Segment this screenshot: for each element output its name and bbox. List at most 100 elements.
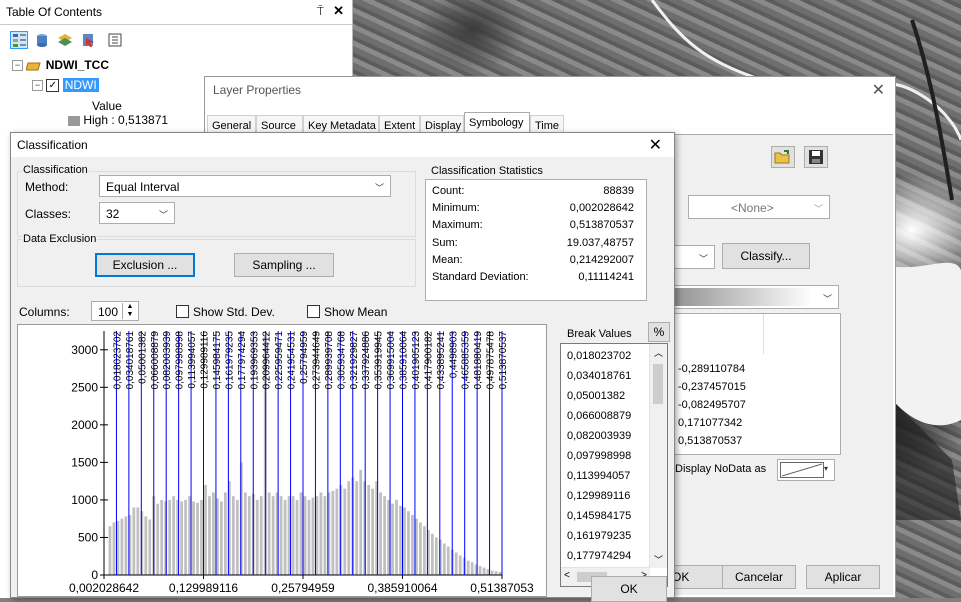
break-label: 0,241954531 bbox=[287, 331, 298, 390]
break-values-list[interactable]: 0,018023702 0,034018761 0,05001382 0,066… bbox=[560, 343, 668, 587]
exclusion-button[interactable]: Exclusion ... bbox=[95, 253, 195, 277]
stat-sum: Sum: 19.037,48757 bbox=[432, 237, 634, 249]
class-label[interactable]: 0,171077342 bbox=[678, 417, 742, 429]
histogram-bar bbox=[494, 571, 498, 575]
class-label[interactable]: -0,289110784 bbox=[678, 363, 745, 375]
collapse-icon[interactable]: − bbox=[12, 60, 23, 72]
layer-visibility-checkbox[interactable]: ✓ bbox=[46, 79, 60, 93]
data-exclusion-group-label: Data Exclusion bbox=[22, 233, 98, 245]
pin-icon[interactable]: ⍑ bbox=[317, 4, 324, 19]
sampling-button[interactable]: Sampling ... bbox=[234, 253, 334, 277]
y-tick-label: 0 bbox=[91, 568, 98, 582]
open-folder-button[interactable] bbox=[771, 146, 795, 168]
stat-count: Count: 88839 bbox=[432, 185, 634, 197]
show-mean-checkbox[interactable] bbox=[307, 305, 320, 318]
color-ramp-combo[interactable]: ﹀ bbox=[657, 285, 839, 309]
collapse-icon[interactable]: − bbox=[32, 80, 43, 92]
percent-button[interactable]: % bbox=[648, 322, 670, 342]
histogram-bar bbox=[415, 518, 418, 575]
y-tick-label: 500 bbox=[78, 530, 98, 544]
break-label: 0,177974294 bbox=[237, 331, 248, 390]
break-value-item[interactable]: 0,113994057 bbox=[567, 470, 630, 482]
scroll-down-icon[interactable]: ﹀ bbox=[654, 553, 663, 566]
break-label: 0,353919945 bbox=[374, 331, 385, 390]
x-tick-label: 0,002028642 bbox=[69, 581, 139, 595]
histogram-bar bbox=[255, 499, 259, 575]
legend-heading: Value bbox=[92, 99, 122, 113]
break-label: 0,273944649 bbox=[311, 331, 322, 390]
break-value-item[interactable]: 0,097998998 bbox=[567, 450, 631, 462]
break-value-item[interactable]: 0,034018761 bbox=[567, 370, 631, 382]
list-by-visibility-icon[interactable] bbox=[56, 31, 74, 49]
class-label[interactable]: -0,237457015 bbox=[678, 381, 746, 393]
stat-std-dev: Standard Deviation: 0,11114241 bbox=[432, 271, 634, 283]
histogram-bar bbox=[419, 522, 422, 575]
classes-list[interactable]: -0,289110784 -0,237457015 -0,082495707 0… bbox=[657, 313, 841, 455]
spinner-arrows-icon[interactable]: ▲ ▼ bbox=[122, 303, 137, 319]
break-label: 0,066008879 bbox=[150, 331, 161, 390]
break-label: 0,082003939 bbox=[162, 331, 173, 390]
histogram-bar bbox=[271, 496, 275, 575]
method-combo[interactable]: Equal Interval ﹀ bbox=[99, 175, 391, 197]
close-icon[interactable]: ✕ bbox=[872, 80, 885, 100]
close-icon[interactable]: ✕ bbox=[333, 3, 344, 19]
break-value-item[interactable]: 0,05001382 bbox=[567, 390, 625, 402]
histogram-bar bbox=[235, 499, 239, 575]
options-icon[interactable] bbox=[106, 31, 124, 49]
y-tick-label: 1000 bbox=[71, 493, 98, 507]
class-label[interactable]: -0,082495707 bbox=[678, 399, 746, 411]
cancel-button[interactable]: Cancelar bbox=[722, 565, 796, 589]
break-label: 0,097998998 bbox=[175, 331, 186, 390]
break-value-item[interactable]: 0,177974294 bbox=[567, 550, 631, 562]
layer-name[interactable]: NDWI bbox=[62, 78, 99, 92]
break-label: 0,113994057 bbox=[187, 331, 198, 389]
display-nodata-label: Display NoData as bbox=[675, 463, 767, 475]
classes-value: 32 bbox=[106, 207, 120, 221]
classify-button[interactable]: Classify... bbox=[722, 243, 810, 269]
histogram-bar bbox=[343, 488, 347, 575]
histogram-bar bbox=[486, 568, 490, 575]
nodata-swatch-icon bbox=[780, 462, 824, 478]
chevron-down-icon: ﹀ bbox=[374, 183, 384, 193]
histogram-chart[interactable]: 0 500 1000 1500 2000 2500 3000 0,002028642 0,129… bbox=[17, 324, 547, 597]
histogram-svg[interactable]: 0 500 1000 1500 2000 2500 3000 0,002028642 0,129… bbox=[18, 325, 546, 596]
break-label: 0,25794959 bbox=[299, 331, 310, 384]
break-label: 0,018023702 bbox=[112, 331, 123, 390]
close-icon[interactable]: ✕ bbox=[649, 135, 662, 155]
scroll-thumb[interactable] bbox=[653, 364, 663, 404]
classes-combo[interactable]: 32 ﹀ bbox=[99, 202, 175, 224]
vertical-scrollbar[interactable]: ︿ ﹀ bbox=[649, 344, 667, 568]
histogram-bar bbox=[355, 481, 359, 575]
list-by-selection-icon[interactable] bbox=[79, 31, 97, 49]
histogram-bar bbox=[299, 492, 303, 575]
nodata-color-combo[interactable]: ▾ bbox=[777, 459, 835, 481]
normalization-combo[interactable]: <None> ﹀ bbox=[688, 195, 830, 219]
layer-item-ndwi[interactable]: − ✓ NDWI bbox=[32, 78, 99, 93]
break-label: 0,433895241 bbox=[436, 331, 447, 390]
list-by-source-icon[interactable] bbox=[33, 31, 51, 49]
list-by-drawing-order-icon[interactable] bbox=[10, 31, 28, 49]
scroll-left-icon[interactable]: < bbox=[564, 570, 570, 581]
scroll-up-icon[interactable]: ︿ bbox=[654, 346, 663, 359]
layer-group-item[interactable]: − NDWI_TCC bbox=[12, 58, 109, 72]
break-value-item[interactable]: 0,129989116 bbox=[567, 490, 630, 502]
break-value-item[interactable]: 0,082003939 bbox=[567, 430, 631, 442]
save-button[interactable] bbox=[804, 146, 828, 168]
classification-dialog: Classification ✕ Classification Method: … bbox=[10, 132, 675, 602]
chevron-down-icon: ﹀ bbox=[822, 294, 832, 304]
break-value-item[interactable]: 0,018023702 bbox=[567, 350, 631, 362]
apply-button[interactable]: Aplicar bbox=[806, 565, 880, 589]
class-label[interactable]: 0,513870537 bbox=[678, 435, 742, 447]
histogram-bar bbox=[379, 492, 382, 575]
break-value-item[interactable]: 0,145984175 bbox=[567, 510, 631, 522]
histogram-bar bbox=[204, 484, 207, 575]
break-value-item[interactable]: 0,066008879 bbox=[567, 410, 631, 422]
ok-button[interactable]: OK bbox=[591, 576, 667, 602]
columns-spinner[interactable]: 100 ▲ ▼ bbox=[91, 301, 139, 321]
legend-high-item: High : 0,513871 bbox=[68, 113, 168, 127]
break-value-item[interactable]: 0,161979235 bbox=[567, 530, 631, 542]
histogram-bar bbox=[231, 496, 235, 575]
histogram-bar bbox=[407, 511, 410, 575]
show-std-dev-checkbox[interactable] bbox=[176, 305, 189, 318]
histogram-bar bbox=[434, 537, 438, 575]
